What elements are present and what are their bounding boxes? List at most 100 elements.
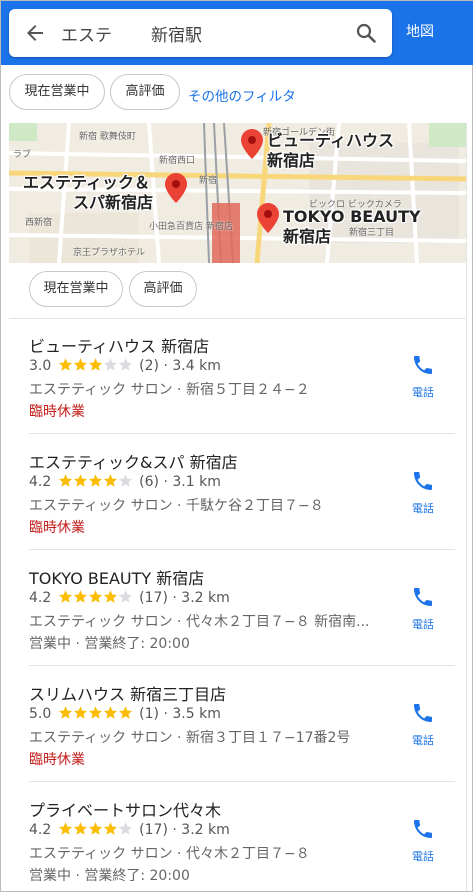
search-query-location[interactable]: 新宿駅: [151, 21, 202, 46]
result-item[interactable]: プライベートサロン代々木 4.2 (17) · 3.2 km エステティック サ…: [9, 783, 467, 892]
back-arrow-icon[interactable]: [23, 21, 47, 45]
map-label: ラブ: [13, 150, 32, 160]
temporarily-closed-label: 臨時休業: [29, 404, 85, 420]
map-label: 西新宿: [25, 218, 53, 228]
star-rating: [58, 589, 133, 608]
star-icon: [103, 358, 117, 371]
distance: 3.1 km: [172, 474, 221, 490]
map-pin-label: TOKYO BEAUTY 新宿店: [283, 207, 421, 246]
result-item[interactable]: ビューティハウス 新宿店 3.0 (2) · 3.4 km エステティック サロ…: [9, 319, 467, 435]
star-icon: [88, 358, 102, 371]
search-query-term[interactable]: エステ: [61, 21, 112, 46]
filter-chip-top-rated[interactable]: 高評価: [129, 271, 197, 307]
rating-score: 3.0: [29, 358, 52, 374]
map-pin-icon[interactable]: [257, 203, 279, 233]
star-icon: [58, 706, 72, 719]
distance: 3.2 km: [181, 590, 230, 606]
call-label: 電話: [412, 618, 434, 631]
filter-chip-top-rated[interactable]: 高評価: [110, 74, 180, 110]
star-icon: [118, 590, 132, 603]
star-icon: [58, 822, 72, 835]
map-pin-label: エステティック＆ スパ新宿店: [23, 173, 154, 212]
map-pin-icon[interactable]: [165, 173, 187, 203]
divider: [29, 549, 455, 550]
star-rating: [58, 473, 133, 492]
business-name[interactable]: エステティック&スパ 新宿店: [29, 449, 238, 473]
category-address: エステティック サロン · 代々木２丁目７−８ 新宿南...: [29, 614, 370, 630]
call-button[interactable]: 電話: [405, 353, 441, 400]
map-pin-label: ビューティハウス 新宿店: [267, 131, 395, 170]
call-button[interactable]: 電話: [405, 469, 441, 516]
rating-line: 4.2 (17) · 3.2 km: [29, 821, 230, 840]
review-count: (17): [139, 590, 168, 606]
phone-icon: [414, 472, 432, 490]
divider: [29, 665, 455, 666]
map-button[interactable]: 地図: [406, 21, 434, 41]
call-label: 電話: [412, 386, 434, 399]
business-name[interactable]: TOKYO BEAUTY 新宿店: [29, 565, 204, 589]
category-address: エステティック サロン · 新宿３丁目１７−17番2号: [29, 730, 351, 746]
distance: 3.2 km: [181, 822, 230, 838]
star-icon: [118, 358, 132, 371]
app-bar: エステ 新宿駅 地図: [1, 1, 473, 65]
rating-line: 3.0 (2) · 3.4 km: [29, 358, 221, 374]
star-icon: [103, 590, 117, 603]
rating-score: 5.0: [29, 706, 52, 722]
more-filters-link[interactable]: その他のフィルタ: [188, 85, 296, 105]
star-icon: [73, 590, 87, 603]
search-icon[interactable]: [354, 21, 378, 45]
temporarily-closed-label: 臨時休業: [29, 520, 85, 536]
call-button[interactable]: 電話: [405, 585, 441, 632]
map-preview[interactable]: 新宿 歌舞伎町 ラブ 新宿ゴールデン街 ビックロ ビックカメラ 新宿三丁目 新宿…: [9, 123, 467, 263]
star-icon: [73, 706, 87, 719]
filter-chip-open-now[interactable]: 現在営業中: [29, 271, 123, 307]
star-icon: [103, 706, 117, 719]
phone-icon: [414, 820, 432, 838]
phone-icon: [414, 356, 432, 374]
distance: 3.4 km: [172, 358, 221, 374]
result-item[interactable]: TOKYO BEAUTY 新宿店 4.2 (17) · 3.2 km エステティ…: [9, 551, 467, 667]
star-icon: [88, 822, 102, 835]
map-label: 新宿 歌舞伎町: [79, 132, 136, 142]
result-item[interactable]: スリムハウス 新宿三丁目店 5.0 (1) · 3.5 km エステティック サ…: [9, 667, 467, 783]
call-button[interactable]: 電話: [405, 701, 441, 748]
phone-icon: [414, 704, 432, 722]
map-label: 新宿: [199, 176, 218, 186]
star-icon: [88, 706, 102, 719]
temporarily-closed-label: 臨時休業: [29, 752, 85, 768]
star-rating: [58, 705, 133, 724]
result-item[interactable]: エステティック&スパ 新宿店 4.2 (6) · 3.1 km エステティック …: [9, 435, 467, 551]
business-status: 営業中 · 営業終了: 20:00: [29, 636, 190, 652]
business-name[interactable]: プライベートサロン代々木: [29, 797, 221, 821]
star-icon: [88, 474, 102, 487]
star-rating: [58, 821, 133, 840]
map-label: 小田急百貨店 新宿店: [149, 222, 233, 232]
review-count: (6): [139, 474, 160, 490]
business-name[interactable]: スリムハウス 新宿三丁目店: [29, 681, 226, 705]
star-icon: [58, 590, 72, 603]
results-list: ビューティハウス 新宿店 3.0 (2) · 3.4 km エステティック サロ…: [9, 319, 467, 892]
star-icon: [73, 358, 87, 371]
business-name[interactable]: ビューティハウス 新宿店: [29, 333, 209, 357]
category-address: エステティック サロン · 代々木２丁目７−８: [29, 846, 310, 862]
filter-chip-open-now[interactable]: 現在営業中: [9, 74, 105, 110]
divider: [29, 781, 455, 782]
distance: 3.5 km: [172, 706, 221, 722]
call-button[interactable]: 電話: [405, 817, 441, 864]
star-icon: [73, 474, 87, 487]
map-label: 京王プラザホテル: [73, 248, 146, 258]
rating-score: 4.2: [29, 590, 52, 606]
review-count: (1): [139, 706, 160, 722]
star-icon: [118, 822, 132, 835]
rating-line: 4.2 (6) · 3.1 km: [29, 473, 221, 492]
star-icon: [58, 474, 72, 487]
map-label: 新宿西口: [159, 156, 196, 166]
map-pin-icon[interactable]: [241, 129, 263, 159]
divider: [29, 433, 455, 434]
list-filter-bar: 現在営業中 高評価: [9, 263, 467, 319]
call-label: 電話: [412, 850, 434, 863]
star-icon: [73, 822, 87, 835]
search-box[interactable]: エステ 新宿駅: [9, 9, 392, 57]
review-count: (2): [139, 358, 160, 374]
rating-score: 4.2: [29, 474, 52, 490]
